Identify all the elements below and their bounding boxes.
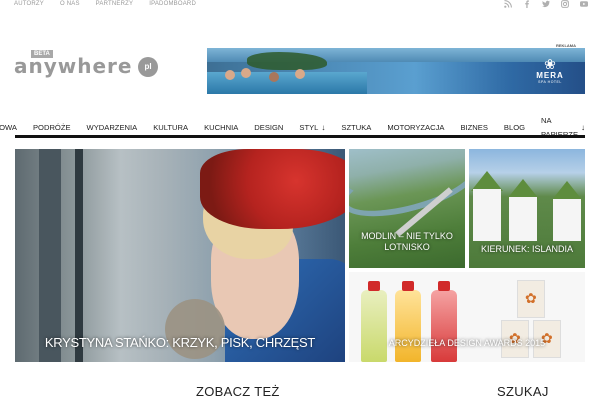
top-utility-bar: AUTORZY O NAS PARTNERZY IPADOMBOARD — [0, 0, 600, 12]
site-logo[interactable]: BETA anywhere pl — [14, 48, 164, 82]
bottle-cap — [438, 281, 450, 291]
arrow-down-icon: ↓ — [581, 123, 585, 132]
twitter-icon[interactable] — [542, 0, 550, 8]
section-heading-search: SZUKAJ — [497, 384, 549, 399]
tile-house — [509, 197, 537, 241]
ad-person — [269, 72, 279, 82]
bottle-cap — [368, 281, 380, 291]
social-icons — [504, 0, 588, 8]
ad-trees — [247, 52, 327, 70]
article-title-islandia: KIERUNEK: ISLANDIA — [480, 244, 574, 254]
tile-house — [473, 189, 501, 241]
tile-house-roof — [507, 179, 539, 199]
logo-wordmark: anywhere — [14, 54, 133, 78]
hero-hand — [165, 299, 225, 359]
article-title-modlin: MODLIN – NIE TYLKO LOTNISKO — [361, 231, 453, 252]
top-link-partnerzy[interactable]: PARTNERZY — [96, 1, 134, 7]
ad-banner[interactable]: ❀ MERA SPA HOTEL — [207, 48, 585, 94]
flower-icon: ❀ — [544, 56, 556, 72]
tile-house — [553, 199, 581, 241]
rss-icon[interactable] — [504, 0, 512, 8]
flower-icon: ✿ — [525, 290, 537, 306]
article-tile-modlin[interactable]: MODLIN – NIE TYLKO LOTNISKO — [349, 149, 465, 268]
ad-brand-sub: SPA HOTEL — [538, 80, 562, 84]
ad-brand-name: MERA — [536, 71, 564, 80]
tile-house-roof — [551, 181, 583, 201]
hero-scarf — [200, 149, 345, 229]
ad-brand-logo: ❀ MERA SPA HOTEL — [525, 56, 575, 86]
ad-person — [241, 68, 251, 78]
bottle-cap — [402, 281, 414, 291]
tile-house-roof — [471, 171, 503, 191]
facebook-icon[interactable] — [523, 0, 531, 8]
top-links: AUTORZY O NAS PARTNERZY IPADOMBOARD — [14, 1, 212, 7]
top-link-ipadomboard[interactable]: IPADOMBOARD — [149, 1, 196, 7]
featured-article-title: KRYSTYNA STAŃKO: KRZYK, PISK, CHRZĘST — [44, 335, 316, 350]
hero-window-frame — [39, 149, 61, 362]
nav-divider — [15, 135, 585, 138]
tile-bottle — [361, 281, 387, 362]
logo-pl-badge: pl — [138, 57, 158, 77]
arrow-down-icon: ↓ — [321, 123, 326, 132]
main-navigation: ROZMOWA PODRÓŻE WYDARZENIA KULTURA KUCHN… — [0, 114, 585, 139]
ad-person — [225, 70, 235, 80]
featured-article-tile[interactable]: KRYSTYNA STAŃKO: KRZYK, PISK, CHRZĘST — [15, 149, 345, 362]
tile-bottle — [395, 281, 421, 362]
article-tile-design-awards[interactable]: ✿ ✿ ✿ ARCYDZIEŁA DESIGN AWARDS 2015 — [349, 272, 585, 362]
section-heading-see-also: ZOBACZ TEŻ — [196, 384, 280, 399]
article-title-design-awards: ARCYDZIEŁA DESIGN AWARDS 2015 — [388, 338, 546, 348]
tile-can: ✿ — [517, 280, 545, 318]
top-link-o-nas[interactable]: O NAS — [60, 1, 80, 7]
instagram-icon[interactable] — [561, 0, 569, 8]
ad-person — [295, 69, 305, 79]
article-tile-islandia[interactable]: KIERUNEK: ISLANDIA — [469, 149, 585, 268]
youtube-icon[interactable] — [580, 0, 588, 8]
tile-bottle — [431, 281, 457, 362]
hero-window-frame — [75, 149, 83, 362]
top-link-autorzy[interactable]: AUTORZY — [14, 1, 44, 7]
